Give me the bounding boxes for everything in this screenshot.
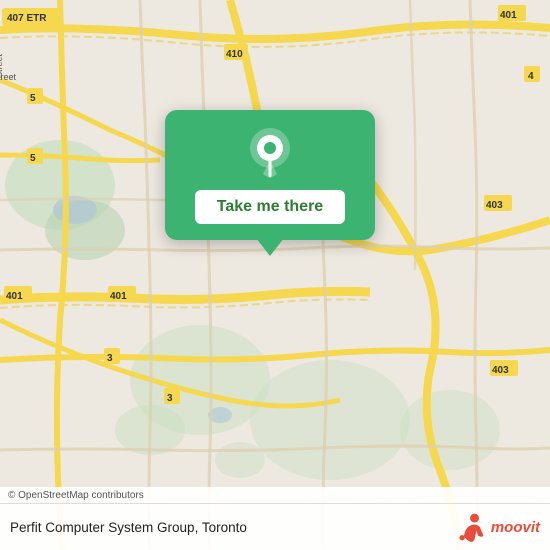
svg-text:Street: Street xyxy=(0,72,17,82)
svg-text:403: 403 xyxy=(486,200,503,211)
location-bar: Perfit Computer System Group, Toronto mo… xyxy=(0,504,550,550)
moovit-icon-svg xyxy=(455,511,487,543)
svg-text:4: 4 xyxy=(528,71,534,82)
map-pin-icon xyxy=(248,128,292,180)
map-container: 407 ETR 5 5 410 4 401 403 403 401 401 3 xyxy=(0,0,550,550)
svg-text:407 ETR: 407 ETR xyxy=(7,13,47,24)
pin-icon-container xyxy=(244,128,296,180)
svg-text:401: 401 xyxy=(500,10,517,21)
svg-text:3: 3 xyxy=(107,353,113,364)
svg-text:403: 403 xyxy=(492,365,509,376)
svg-text:5: 5 xyxy=(30,93,36,104)
popup-card: Take me there xyxy=(165,110,375,240)
moovit-label: moovit xyxy=(491,519,540,536)
map-background: 407 ETR 5 5 410 4 401 403 403 401 401 3 xyxy=(0,0,550,550)
moovit-logo: moovit xyxy=(455,511,540,543)
take-me-there-button[interactable]: Take me there xyxy=(195,190,345,224)
svg-text:410: 410 xyxy=(226,49,243,60)
svg-text:401: 401 xyxy=(110,291,127,302)
attribution: © OpenStreetMap contributors xyxy=(0,487,550,504)
svg-text:3: 3 xyxy=(167,393,173,404)
location-text: Perfit Computer System Group, Toronto xyxy=(10,520,247,535)
bottom-bar: © OpenStreetMap contributors Perfit Comp… xyxy=(0,487,550,550)
svg-text:401: 401 xyxy=(6,291,23,302)
svg-text:5: 5 xyxy=(30,153,36,164)
